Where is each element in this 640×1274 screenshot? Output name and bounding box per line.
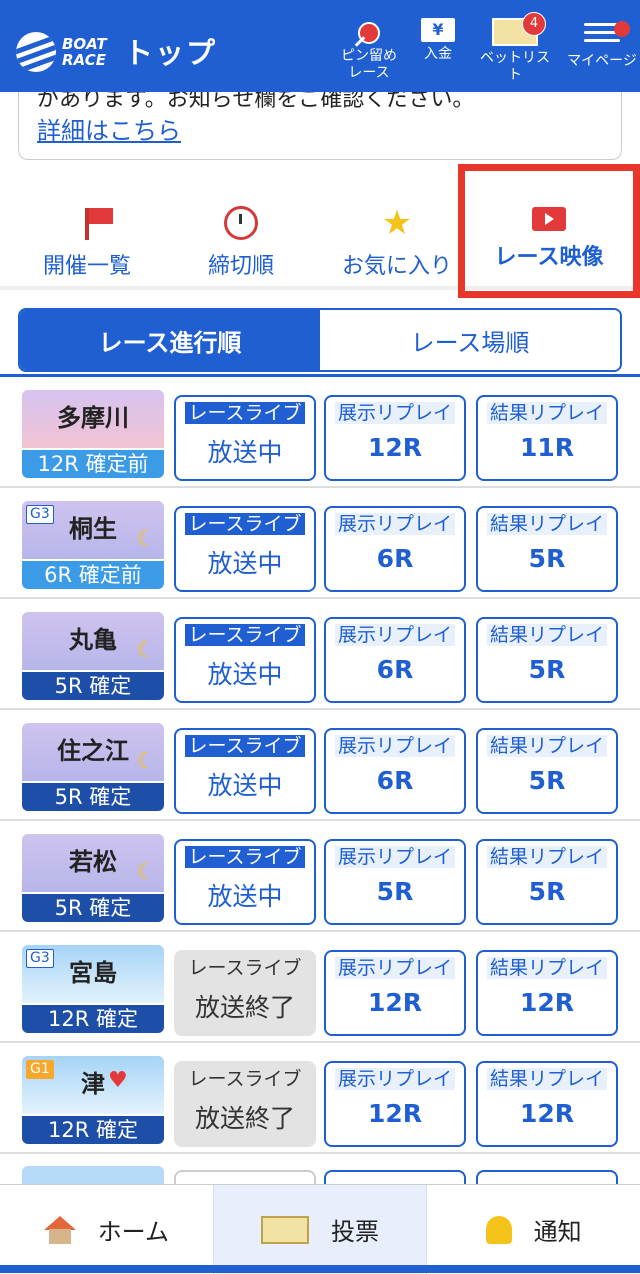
race-live-button[interactable]: レースライブ 放送中 xyxy=(174,728,316,814)
nav-home[interactable]: ホーム xyxy=(0,1185,214,1274)
result-replay-button[interactable]: 結果リプレイ 12R xyxy=(476,1061,618,1147)
result-replay-button[interactable]: 結果リプレイ 5R xyxy=(476,728,618,814)
preview-replay-button[interactable]: 展示リプレイ 12R xyxy=(324,1061,466,1147)
venue-card[interactable]: 住之江 ☾ 5R 確定 xyxy=(22,723,164,811)
page-title: トップ xyxy=(124,36,218,70)
race-row-miyajima: G3 宮島 12R 確定 レースライブ 放送終了 展示リプレイ 12R 結果リプレイ… xyxy=(0,932,640,1043)
menu-icon xyxy=(584,21,630,49)
notification-dot xyxy=(614,21,630,37)
venue-card[interactable]: G3 宮島 12R 確定 xyxy=(22,945,164,1033)
moon-icon: ☾ xyxy=(136,527,156,552)
video-icon xyxy=(532,207,566,231)
logo-text: BOAT RACE xyxy=(62,35,107,69)
preview-replay-button[interactable]: 展示リプレイ 6R xyxy=(324,506,466,592)
race-status: 6R 確定前 xyxy=(22,561,164,589)
moon-icon: ☾ xyxy=(136,749,156,774)
bet-slip-icon xyxy=(261,1215,309,1244)
race-live-ended: レースライブ 放送終了 xyxy=(174,950,316,1036)
preview-replay-button[interactable]: 展示リプレイ 5R xyxy=(324,839,466,925)
pin-icon xyxy=(358,22,380,44)
result-replay-button[interactable]: 結果リプレイ 12R xyxy=(476,950,618,1036)
flag-icon xyxy=(85,208,113,240)
details-link[interactable]: 詳細はこちら xyxy=(37,111,181,146)
alarm-clock-icon xyxy=(224,206,258,240)
result-replay-button[interactable]: 結果リプレイ 5R xyxy=(476,839,618,925)
ticket-icon: 4 xyxy=(492,12,546,46)
race-status: 12R 確定 xyxy=(22,1116,164,1144)
race-status: 12R 確定 xyxy=(22,1005,164,1033)
race-row-tamagawa: 多摩川 12R 確定前 レースライブ 放送中 展示リプレイ 12R 結果リプレイ 11… xyxy=(0,377,640,488)
app-header: BOAT RACE トップ ピン留め レース ¥ 入金 4 ベットリスト マイページ xyxy=(0,0,640,92)
result-replay-button[interactable]: 結果リプレイ 11R xyxy=(476,395,618,481)
yen-icon: ¥ xyxy=(421,18,455,42)
moon-icon: ☾ xyxy=(136,638,156,663)
nav-notifications[interactable]: 通知 xyxy=(427,1185,640,1274)
star-icon: ★ xyxy=(381,203,413,243)
race-live-button[interactable]: レースライブ 放送中 xyxy=(174,506,316,592)
venue-name: 津 xyxy=(81,1070,105,1098)
deposit-button[interactable]: ¥ 入金 xyxy=(410,18,466,63)
bet-list-button[interactable]: 4 ベットリスト xyxy=(474,12,556,84)
race-row-kiryu: G3 桐生 ☾ 6R 確定前 レースライブ 放送中 展示リプレイ 6R 結果リプレイ… xyxy=(0,488,640,599)
race-status: 5R 確定 xyxy=(22,672,164,700)
race-row-partial xyxy=(0,1166,640,1186)
preview-replay-button[interactable]: 展示リプレイ 6R xyxy=(324,617,466,703)
tab-race-video[interactable]: レース映像 xyxy=(458,164,640,298)
preview-replay-button[interactable]: 展示リプレイ 12R xyxy=(324,395,466,481)
result-replay-button[interactable]: 結果リプレイ 5R xyxy=(476,617,618,703)
venue-name: 多摩川 xyxy=(57,404,129,432)
race-row-tsu: G1 津 ♥ 12R 確定 レースライブ 放送終了 展示リプレイ 12R 結果リプレ… xyxy=(0,1043,640,1154)
bet-count-badge: 4 xyxy=(522,12,546,36)
home-icon xyxy=(43,1215,76,1244)
race-live-button[interactable]: レースライブ 放送中 xyxy=(174,617,316,703)
venue-card[interactable]: 丸亀 ☾ 5R 確定 xyxy=(22,612,164,700)
bell-icon xyxy=(485,1215,512,1244)
venue-card[interactable]: 若松 ☾ 5R 確定 xyxy=(22,834,164,922)
venue-card[interactable]: 多摩川 12R 確定前 xyxy=(22,390,164,478)
race-live-button[interactable]: レースライブ 放送中 xyxy=(174,395,316,481)
nav-bet[interactable]: 投票 xyxy=(213,1185,428,1274)
venue-card[interactable]: G1 津 ♥ 12R 確定 xyxy=(22,1056,164,1144)
sort-by-progress-button[interactable]: レース進行順 xyxy=(20,310,320,370)
home-indicator-bar xyxy=(0,1265,640,1273)
race-status: 12R 確定前 xyxy=(22,450,164,478)
boat-race-logo-icon[interactable] xyxy=(16,32,56,72)
race-list: 多摩川 12R 確定前 レースライブ 放送中 展示リプレイ 12R 結果リプレイ 11… xyxy=(0,377,640,1154)
race-live-button[interactable]: レースライブ 放送中 xyxy=(174,839,316,925)
result-replay-button[interactable]: 結果リプレイ 5R xyxy=(476,506,618,592)
preview-replay-button[interactable]: 展示リプレイ 12R xyxy=(324,950,466,1036)
category-tabs: 開催一覧 締切順 ★ お気に入り レース映像 xyxy=(0,164,640,298)
bottom-nav: ホーム 投票 通知 xyxy=(0,1184,640,1274)
heart-icon: ♥ xyxy=(108,1068,128,1093)
race-row-wakamatsu: 若松 ☾ 5R 確定 レースライブ 放送中 展示リプレイ 5R 結果リプレイ 5R xyxy=(0,821,640,932)
tab-favorites[interactable]: ★ お気に入り xyxy=(322,202,472,280)
race-status: 5R 確定 xyxy=(22,894,164,922)
race-row-marugame: 丸亀 ☾ 5R 確定 レースライブ 放送中 展示リプレイ 6R 結果リプレイ 5R xyxy=(0,599,640,710)
race-row-suminoe: 住之江 ☾ 5R 確定 レースライブ 放送中 展示リプレイ 6R 結果リプレイ 5R xyxy=(0,710,640,821)
moon-icon: ☾ xyxy=(136,860,156,885)
pinned-races-button[interactable]: ピン留め レース xyxy=(334,22,404,82)
tab-schedule[interactable]: 開催一覧 xyxy=(12,202,162,280)
race-status: 5R 確定 xyxy=(22,783,164,811)
venue-name: 宮島 xyxy=(69,959,117,987)
sort-toggle: レース進行順 レース場順 xyxy=(18,308,622,372)
race-live-ended: レースライブ 放送終了 xyxy=(174,1061,316,1147)
tab-deadline-order[interactable]: 締切順 xyxy=(166,202,316,280)
my-page-button[interactable]: マイページ xyxy=(566,18,638,70)
preview-replay-button[interactable]: 展示リプレイ 6R xyxy=(324,728,466,814)
venue-card[interactable]: G3 桐生 ☾ 6R 確定前 xyxy=(22,501,164,589)
sort-by-venue-button[interactable]: レース場順 xyxy=(320,310,620,370)
